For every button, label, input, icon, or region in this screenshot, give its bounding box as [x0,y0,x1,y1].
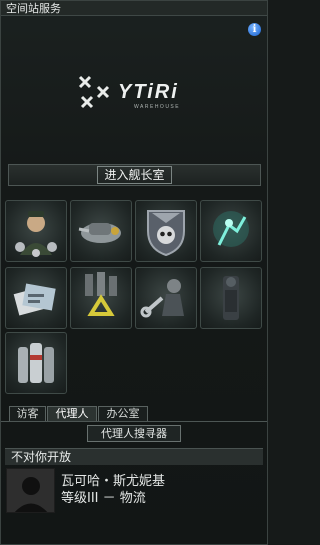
tab-agents[interactable]: 代理人 [47,406,97,422]
canisters-fitting-icon [18,343,54,383]
service-fitting-button[interactable] [135,267,197,329]
service-medals-button[interactable] [5,200,67,262]
service-repair-button[interactable] [70,200,132,262]
tab-visitors[interactable]: 访客 [9,406,46,421]
agent-silhouette-icon [14,477,48,512]
service-reprocessing-button[interactable] [70,267,132,329]
corp-logo-name: YTiRi [118,81,179,103]
dark-figure-security-icon [223,276,239,320]
agent-avatar [6,468,55,513]
service-clone-button[interactable] [200,200,262,262]
tab-divider [1,421,267,422]
agent-finder-button[interactable]: 代理人搜寻器 [87,425,181,442]
service-insurance-button[interactable] [5,332,67,394]
mechanic-repair-icon [140,279,184,318]
medal-officer-icon [15,211,57,257]
drone-repair-icon [78,223,121,243]
skull-shield-emblem-icon [147,210,185,257]
corp-logo-subtitle: WAREHOUSE [134,104,181,110]
service-security-button[interactable] [200,267,262,329]
tab-offices[interactable]: 办公室 [98,406,148,421]
recycle-reprocessing-icon [85,272,117,316]
agent-list-item[interactable]: 瓦可哈・斯尤妮基 等级III － 物流 [5,466,263,516]
clone-hologram-icon [213,211,249,247]
station-services-panel: 空间站服务 i YTiRi WAREHOUSE 进入舰长室 访客 代理人 办公室… [0,0,268,545]
not-available-section-header[interactable]: 不对你开放 [5,448,263,465]
enter-captain-quarters-button[interactable]: 进入舰长室 [8,164,261,186]
info-icon[interactable]: i [248,23,261,36]
enter-captain-quarters-label: 进入舰长室 [97,166,172,184]
corp-logo: YTiRi WAREHOUSE [76,67,206,119]
service-market-button[interactable] [5,267,67,329]
service-bounty-button[interactable] [135,200,197,262]
agent-level: 等级III － 物流 [61,491,146,506]
corp-emblem-icon [78,75,110,109]
documents-market-icon [13,283,56,316]
window-title: 空间站服务 [1,1,267,16]
